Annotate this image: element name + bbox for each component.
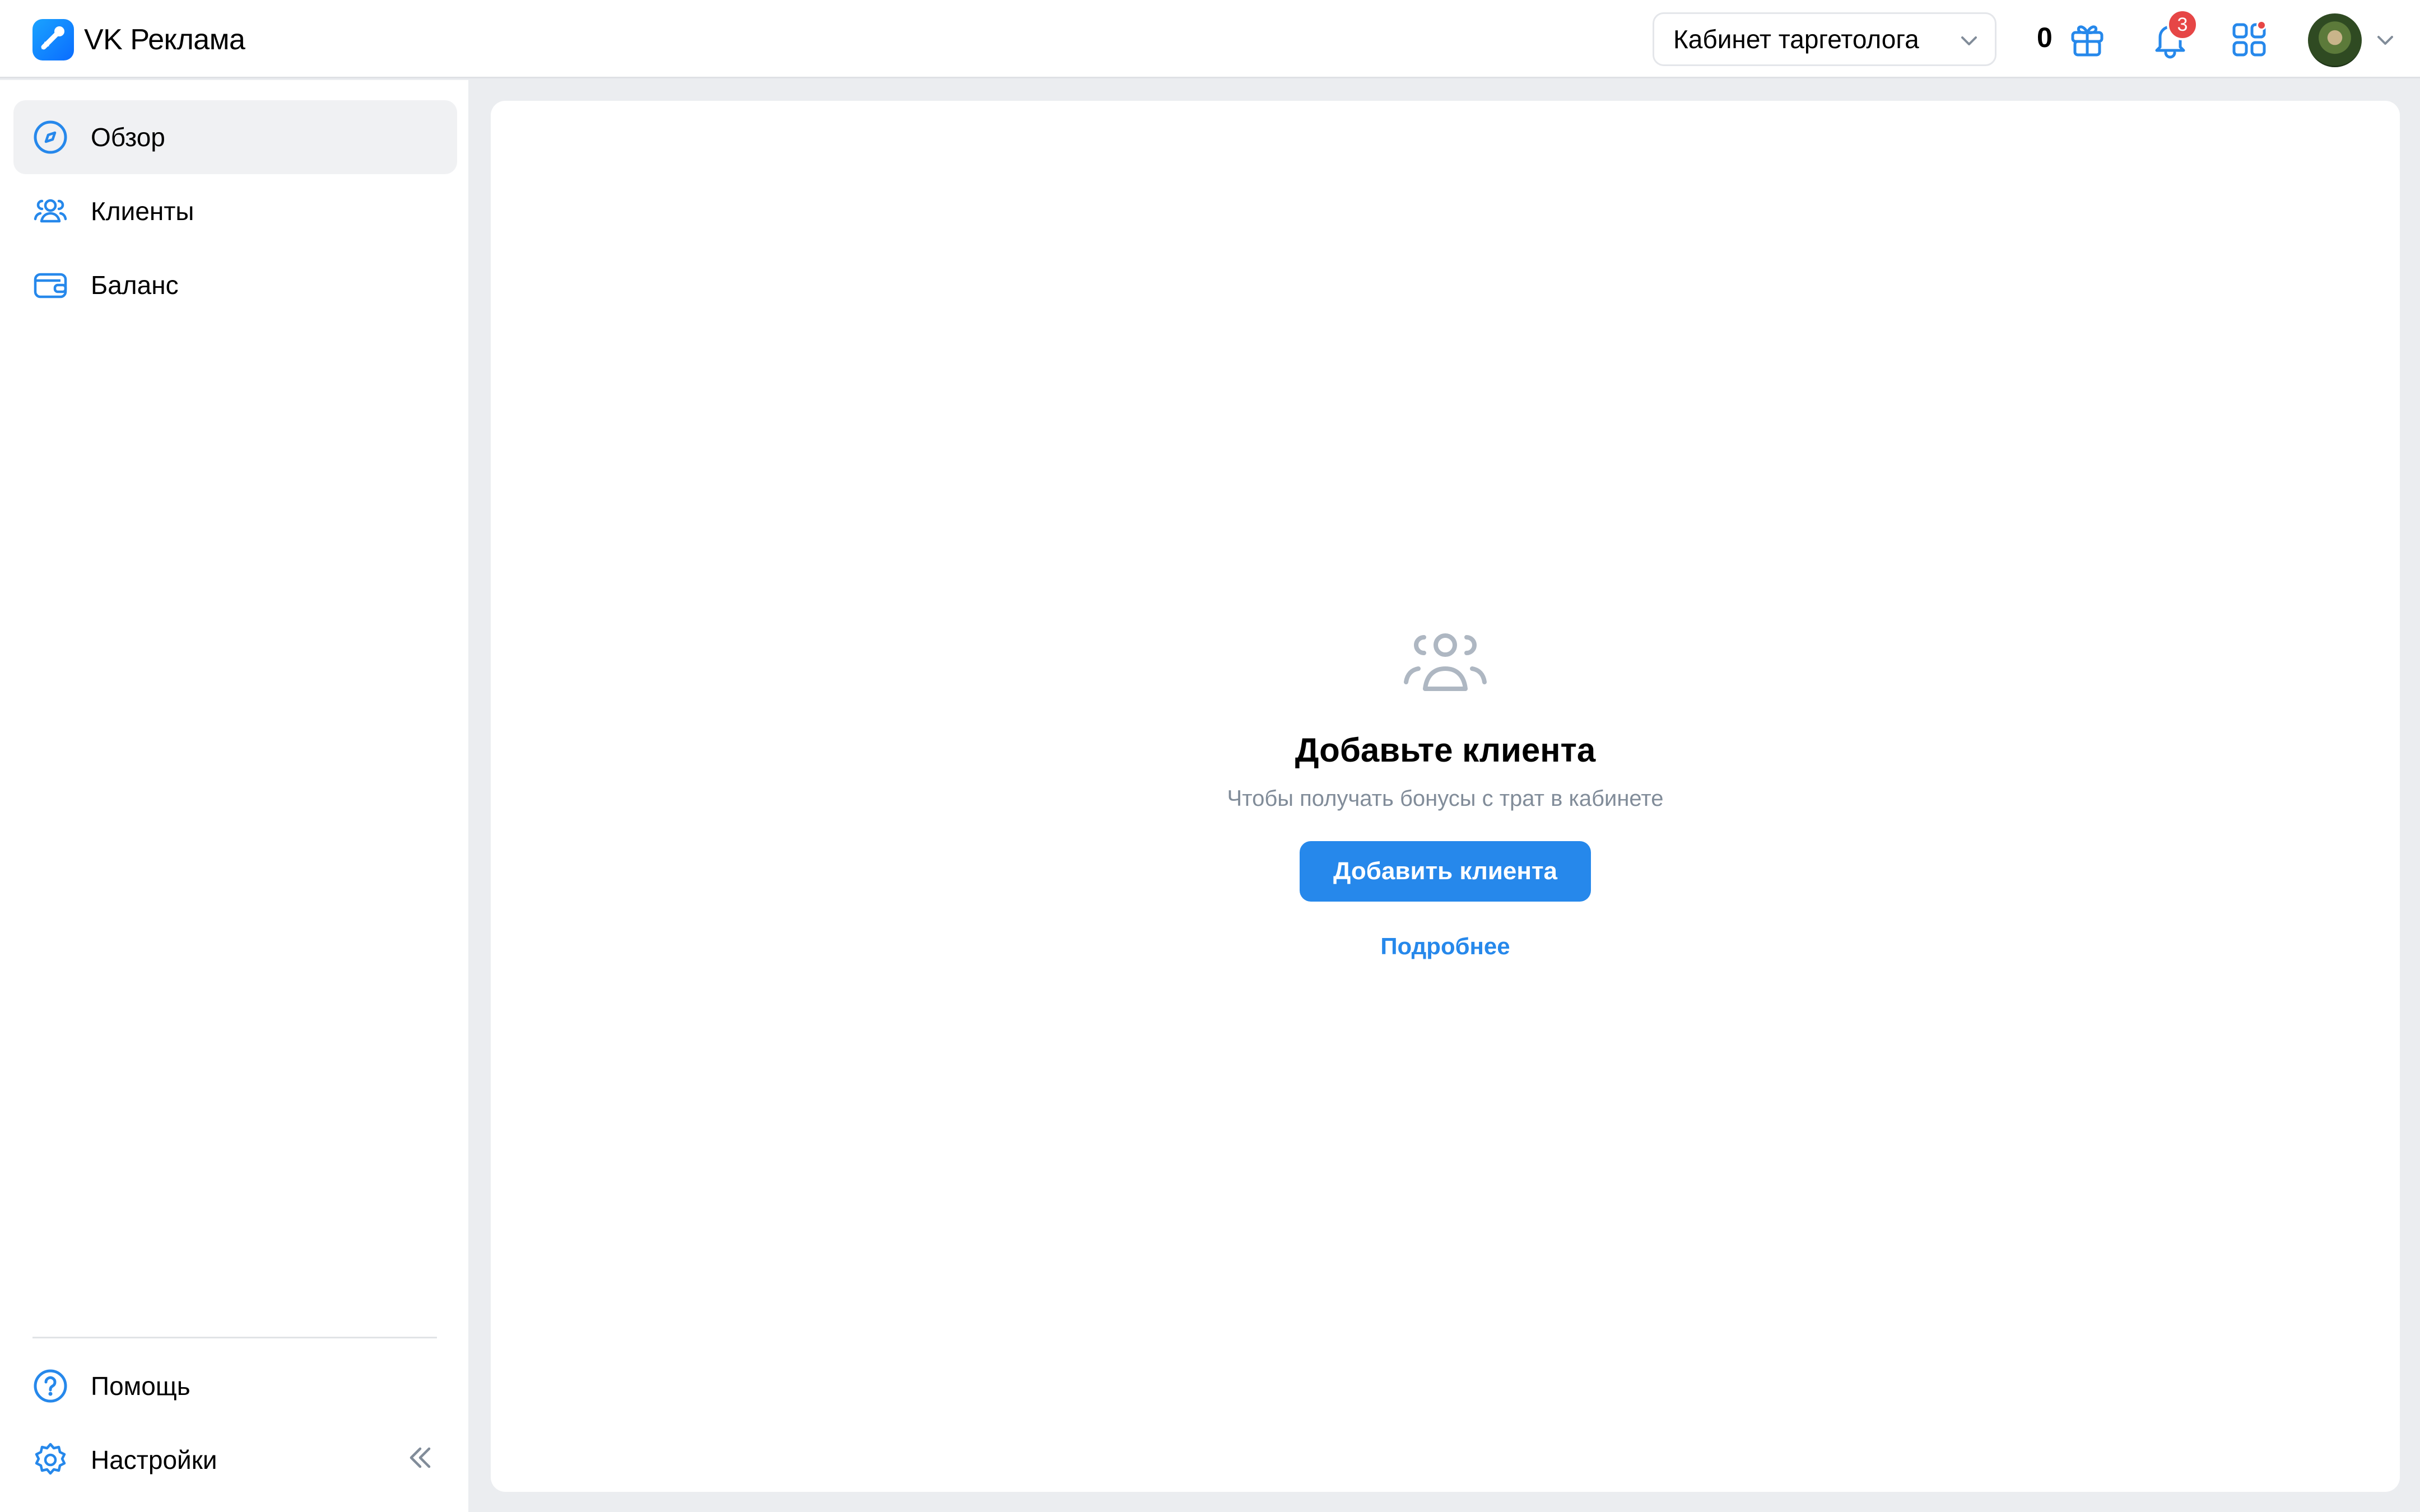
gear-icon [32,1442,68,1481]
top-header: VK Реклама Кабинет таргетолога 0 3 [0,0,2420,78]
users-icon [32,193,68,232]
main-content-card: Добавьте клиента Чтобы получать бонусы с… [491,101,2400,1492]
wallet-icon [32,267,68,306]
sidebar: Обзор Клиенты Баланс Помощь Настройки [0,80,468,1512]
chevron-down-icon [1959,31,1979,54]
sidebar-item-balance[interactable]: Баланс [13,248,457,322]
sidebar-item-label: Клиенты [91,197,194,226]
cabinet-select[interactable]: Кабинет таргетолога [1653,12,1997,66]
bonus-count: 0 [2037,22,2053,53]
app-logo[interactable]: VK Реклама [32,19,245,60]
empty-state-subtitle: Чтобы получать бонусы с трат в кабинете [1227,786,1664,811]
app-title: VK Реклама [84,24,245,56]
cabinet-select-value: Кабинет таргетолога [1673,25,1919,54]
apps-indicator-dot [2256,20,2267,30]
gift-icon[interactable] [2067,19,2107,62]
avatar[interactable] [2308,13,2362,67]
collapse-sidebar-icon[interactable] [404,1442,436,1476]
help-icon [32,1368,68,1407]
sidebar-item-help[interactable]: Помощь [13,1349,457,1423]
sidebar-item-settings[interactable]: Настройки [13,1423,457,1497]
learn-more-link[interactable]: Подробнее [491,933,2400,960]
empty-state-title: Добавьте клиента [1295,731,1596,769]
compass-icon [32,119,68,158]
sidebar-item-label: Обзор [91,123,165,152]
sidebar-divider [32,1337,437,1338]
users-icon [1403,631,1488,696]
add-client-button[interactable]: Добавить клиента [1300,841,1591,902]
chevron-down-icon[interactable] [2375,30,2395,53]
sidebar-item-clients[interactable]: Клиенты [13,174,457,248]
sidebar-item-label: Баланс [91,270,179,300]
notifications-badge: 3 [2167,9,2198,40]
sidebar-item-label: Настройки [91,1445,217,1474]
vk-ads-logo-icon [32,19,74,60]
sidebar-item-label: Помощь [91,1371,190,1401]
sidebar-item-overview[interactable]: Обзор [13,100,457,174]
